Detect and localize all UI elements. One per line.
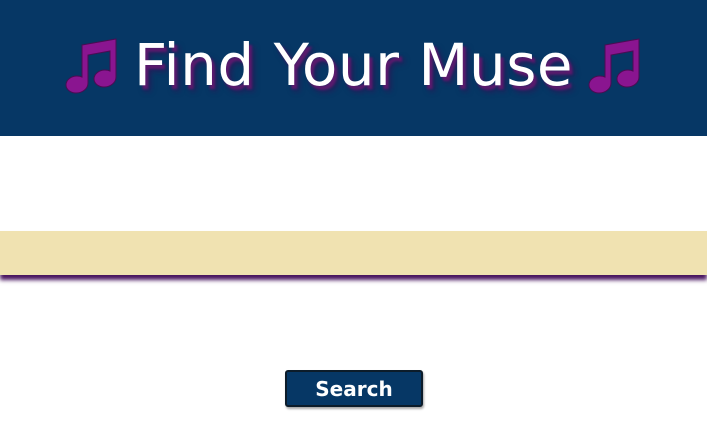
music-note-icon bbox=[588, 38, 640, 94]
title-row: Find Your Muse bbox=[60, 31, 647, 99]
music-note-icon bbox=[65, 38, 117, 94]
search-button[interactable]: Search bbox=[285, 370, 423, 407]
header-banner: Find Your Muse bbox=[0, 0, 707, 136]
search-input[interactable] bbox=[0, 231, 707, 275]
page-title: Find Your Muse bbox=[133, 31, 574, 99]
